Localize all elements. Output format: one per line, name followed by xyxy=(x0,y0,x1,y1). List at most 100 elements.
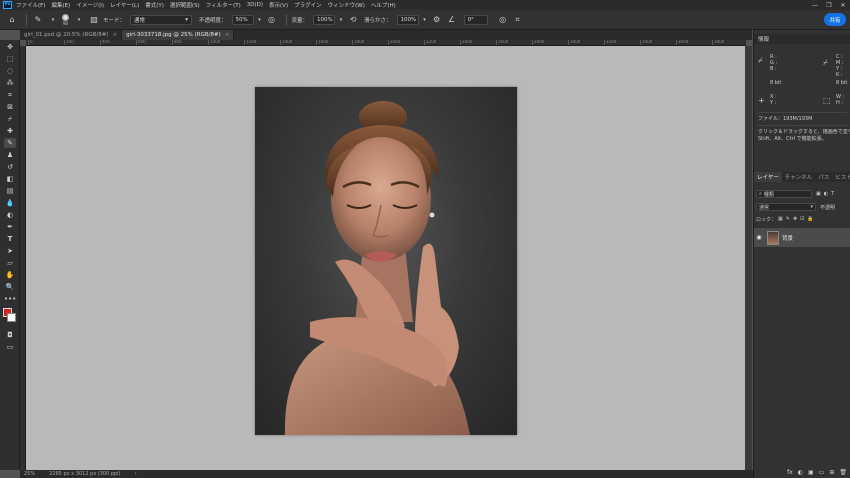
document-image[interactable] xyxy=(255,87,517,435)
eye-icon[interactable]: ◉ xyxy=(754,234,764,241)
document-dimensions: 2265 px x 3012 px (300 ppi) xyxy=(49,471,121,477)
quick-mask-icon[interactable]: ◘ xyxy=(4,330,16,340)
ruler-label: 3000 xyxy=(570,40,581,44)
eyedropper-icon[interactable]: ⌿ xyxy=(823,58,828,68)
eyedropper-icon[interactable]: ⌿ xyxy=(758,56,763,66)
add-style-fx-icon[interactable]: fx xyxy=(787,469,793,476)
lock-artboard-icon[interactable]: ⊡ xyxy=(800,216,804,222)
menu-type[interactable]: 書式(Y) xyxy=(145,1,164,9)
more-tools-icon[interactable]: ••• xyxy=(4,294,16,304)
maximize-button[interactable]: ❐ xyxy=(822,2,836,9)
layer-kind-filter[interactable]: ⌕ 種類 xyxy=(756,190,812,198)
add-mask-icon[interactable]: ▣ xyxy=(808,469,814,476)
pressure-size-icon[interactable]: ◎ xyxy=(497,14,509,26)
clone-stamp-tool-icon[interactable]: ♟ xyxy=(4,150,16,160)
vertical-scrollbar[interactable] xyxy=(745,46,752,470)
dodge-tool-icon[interactable]: ◐ xyxy=(4,210,16,220)
hand-tool-icon[interactable]: ✋ xyxy=(4,270,16,280)
path-selection-tool-icon[interactable]: ➤ xyxy=(4,246,16,256)
adjustment-layer-icon[interactable]: ◐ xyxy=(798,469,803,476)
new-group-icon[interactable]: ▭ xyxy=(819,469,825,476)
quick-select-tool-icon[interactable]: ⁂ xyxy=(4,78,16,88)
brush-tool-icon[interactable]: ✎ xyxy=(32,14,44,26)
marquee-tool-icon[interactable]: ⬚ xyxy=(4,54,16,64)
opacity-input[interactable]: 50% xyxy=(231,14,254,25)
menu-filter[interactable]: フィルター(T) xyxy=(206,1,241,9)
airbrush-icon[interactable]: ⟲ xyxy=(347,14,359,26)
menu-view[interactable]: 表示(V) xyxy=(269,1,288,9)
tab-history[interactable]: ヒストリー xyxy=(832,172,850,182)
zoom-level[interactable]: 25% xyxy=(24,471,35,477)
chevron-down-icon[interactable]: ▾ xyxy=(422,14,428,26)
blur-tool-icon[interactable]: 💧 xyxy=(4,198,16,208)
shape-tool-icon[interactable]: ▱ xyxy=(4,258,16,268)
blend-mode-select[interactable]: 通常 ▾ xyxy=(756,203,816,211)
share-button[interactable]: 共有 xyxy=(824,13,846,26)
menu-edit[interactable]: 編集(E) xyxy=(51,1,70,9)
angle-input[interactable]: 0° xyxy=(463,14,488,25)
filter-pixel-icon[interactable]: ▣ xyxy=(816,191,821,197)
smoothing-input[interactable]: 100% xyxy=(396,14,419,25)
symmetry-icon[interactable]: ⌗ xyxy=(512,14,524,26)
menu-3d[interactable]: 3D(D) xyxy=(247,2,263,8)
brush-tool-icon[interactable]: ✎ xyxy=(4,138,16,148)
lock-transparency-icon[interactable]: ▦ xyxy=(778,216,783,222)
minimize-button[interactable]: — xyxy=(808,2,822,9)
chevron-down-icon[interactable]: ▾ xyxy=(257,14,263,26)
layer-row-background[interactable]: ◉ 背景 xyxy=(754,228,850,247)
frame-tool-icon[interactable]: ⊠ xyxy=(4,102,16,112)
background-color-swatch[interactable] xyxy=(7,313,16,322)
menu-layer[interactable]: レイヤー(L) xyxy=(110,1,139,9)
close-window-button[interactable]: ✕ xyxy=(836,2,850,9)
mode-select[interactable]: 通常 ▾ xyxy=(130,14,193,25)
menu-window[interactable]: ウィンドウ(W) xyxy=(328,1,365,9)
menu-help[interactable]: ヘルプ(H) xyxy=(371,1,396,9)
tab-girl-01[interactable]: girl_01.psd @ 20.5% (RGB/8#) × xyxy=(20,30,123,40)
menu-plugins[interactable]: プラグイン xyxy=(294,1,322,9)
smoothing-settings-gear-icon[interactable]: ⚙ xyxy=(431,14,443,26)
zoom-tool-icon[interactable]: 🔍 xyxy=(4,282,16,292)
pressure-opacity-icon[interactable]: ◎ xyxy=(266,14,278,26)
menu-file[interactable]: ファイル(F) xyxy=(16,1,45,9)
layer-name[interactable]: 背景 xyxy=(782,234,793,242)
type-tool-icon[interactable]: T xyxy=(4,234,16,244)
ruler-label: 3400 xyxy=(642,40,653,44)
lock-move-icon[interactable]: ✥ xyxy=(793,216,797,222)
close-icon[interactable]: × xyxy=(112,32,117,38)
tab-girl-3033718[interactable]: girl-3033718.jpg @ 25% (RGB/8#) × xyxy=(122,30,235,40)
chevron-down-icon[interactable]: ▾ xyxy=(47,14,59,26)
lock-all-icon[interactable]: 🔒 xyxy=(807,216,813,222)
chevron-down-icon[interactable]: ▾ xyxy=(73,14,85,26)
chevron-right-icon[interactable]: › xyxy=(135,471,137,477)
healing-brush-tool-icon[interactable]: ✚ xyxy=(4,126,16,136)
tab-paths[interactable]: パス xyxy=(815,172,832,182)
eyedropper-tool-icon[interactable]: ⌿ xyxy=(4,114,16,124)
gradient-tool-icon[interactable]: ▤ xyxy=(4,186,16,196)
filter-type-icon[interactable]: T xyxy=(831,191,834,197)
pen-tool-icon[interactable]: ✒ xyxy=(4,222,16,232)
menu-image[interactable]: イメージ(I) xyxy=(76,1,104,9)
trash-icon[interactable]: 🗑 xyxy=(839,469,847,476)
close-icon[interactable]: × xyxy=(225,32,230,38)
right-panel: 情報 ⌿ R : G : B : 8 bit ⌿ C : M : Y : K :… xyxy=(753,30,850,478)
brush-preset-picker[interactable]: 90 xyxy=(62,13,69,26)
new-layer-icon[interactable]: ⊞ xyxy=(829,469,834,476)
lasso-tool-icon[interactable]: ◌ xyxy=(4,66,16,76)
chevron-down-icon[interactable]: ▾ xyxy=(338,14,344,26)
tab-channels[interactable]: チャンネル xyxy=(782,172,815,182)
brush-size-label: 90 xyxy=(62,20,69,26)
history-brush-tool-icon[interactable]: ↺ xyxy=(4,162,16,172)
menu-select[interactable]: 選択範囲(S) xyxy=(170,1,200,9)
home-icon[interactable]: ⌂ xyxy=(6,14,18,26)
flow-input[interactable]: 100% xyxy=(313,14,336,25)
lock-brush-icon[interactable]: ✎ xyxy=(786,216,790,222)
move-tool-icon[interactable]: ✥ xyxy=(4,42,16,52)
screen-mode-icon[interactable]: ▭ xyxy=(4,342,16,352)
eraser-tool-icon[interactable]: ◧ xyxy=(4,174,16,184)
brush-settings-icon[interactable]: ▧ xyxy=(88,14,100,26)
crop-tool-icon[interactable]: ⌗ xyxy=(4,90,16,100)
crosshair-icon: + xyxy=(758,96,765,105)
filter-adjust-icon[interactable]: ◐ xyxy=(824,191,828,197)
tab-layers[interactable]: レイヤー xyxy=(754,172,782,182)
info-panel-title[interactable]: 情報 xyxy=(754,34,850,44)
